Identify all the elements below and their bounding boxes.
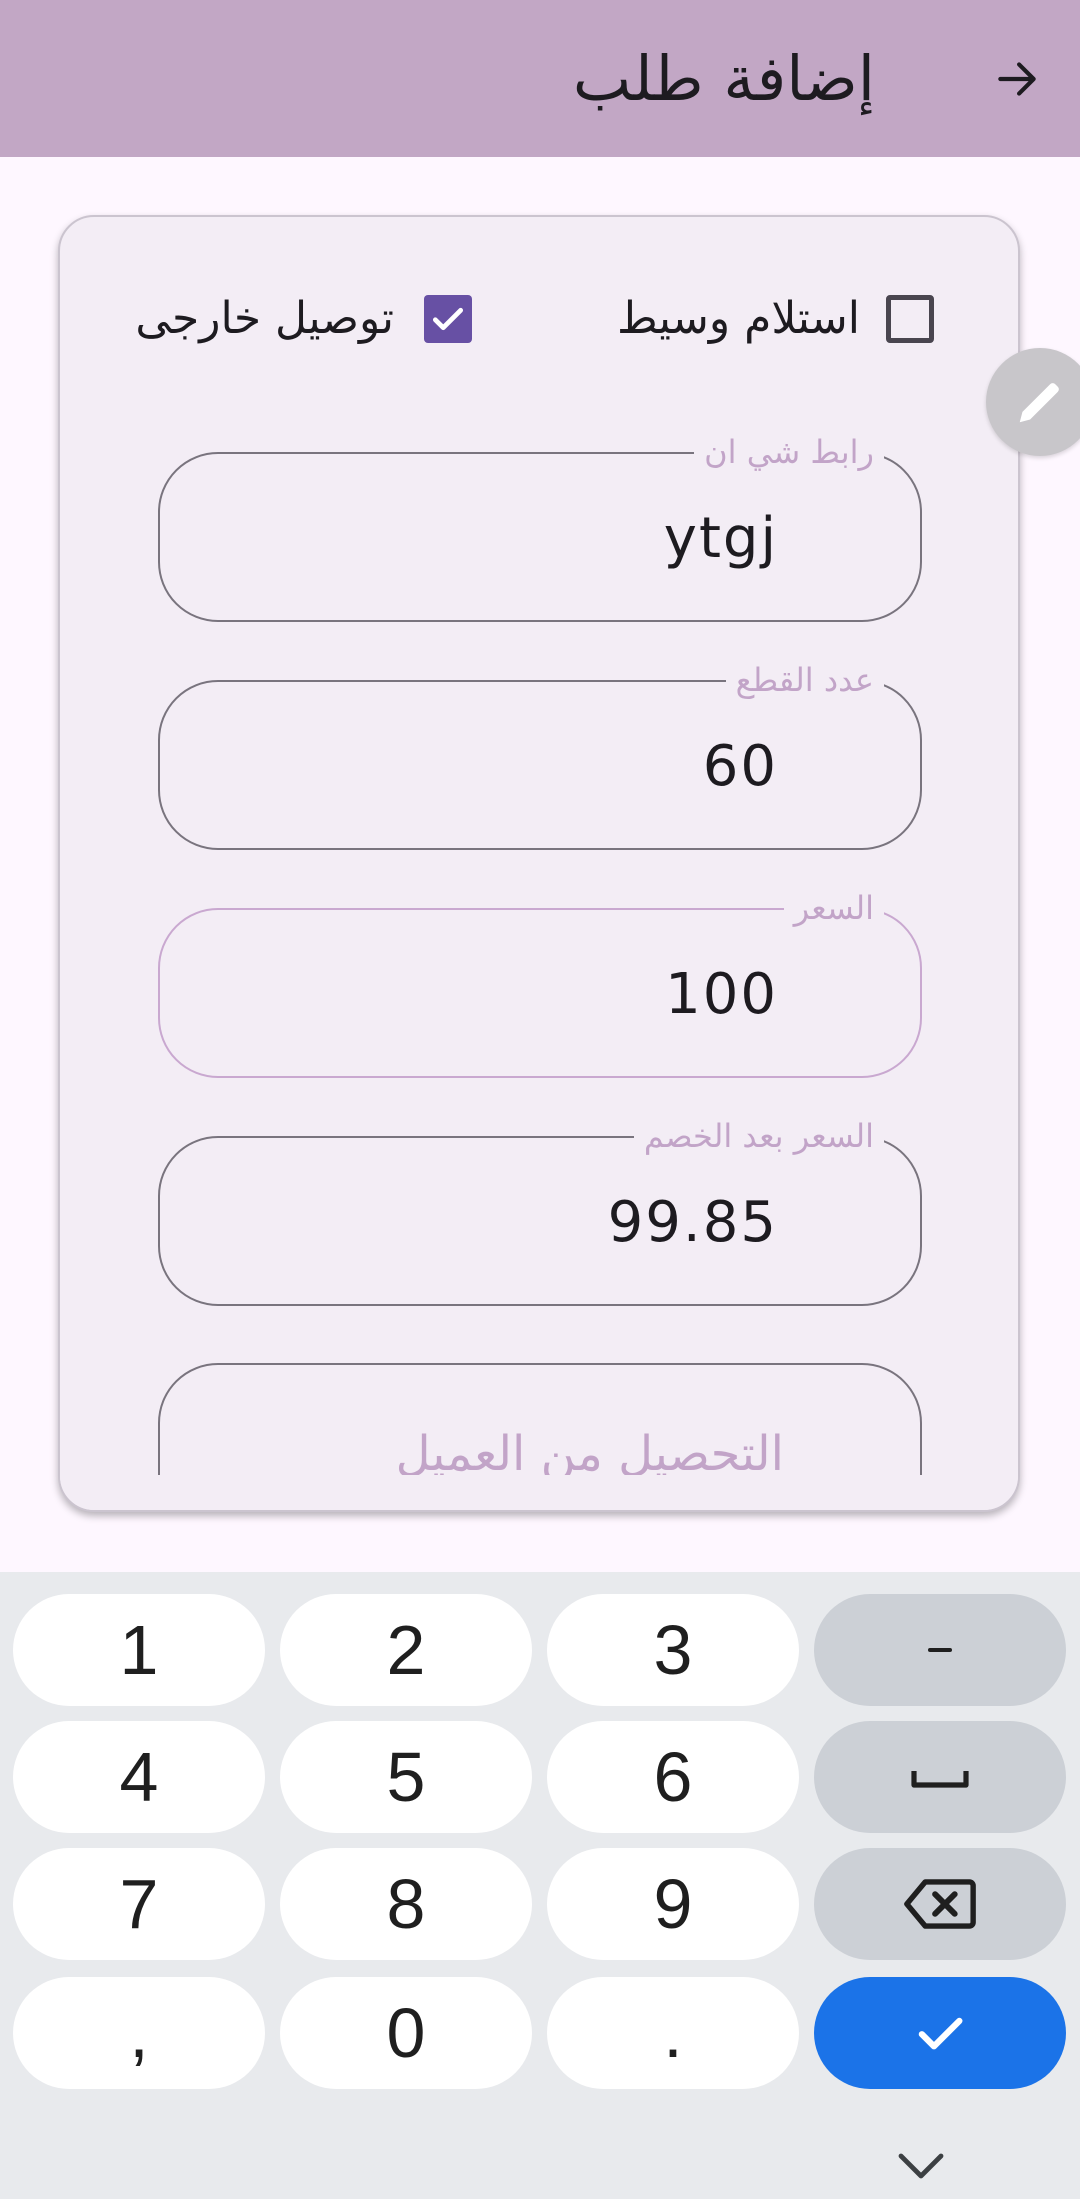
chevron-down-icon[interactable] — [895, 2148, 947, 2184]
check-icon — [432, 307, 464, 331]
price-value: 100 — [665, 962, 778, 1027]
external-delivery-label: توصيل خارجى — [135, 293, 394, 344]
backspace-icon — [904, 1879, 976, 1929]
price-field[interactable]: السعر 100 — [158, 886, 922, 1078]
pencil-icon — [1019, 383, 1059, 423]
receive-via-agent-checkbox[interactable] — [886, 295, 934, 343]
external-delivery-checkbox[interactable] — [424, 295, 472, 343]
shein-link-field[interactable]: رابط شي ان ytgj — [158, 430, 922, 622]
shein-link-value: ytgj — [663, 506, 778, 571]
pieces-count-label: عدد القطع — [725, 658, 884, 702]
key-6[interactable]: 6 — [547, 1721, 799, 1833]
app-bar: إضافة طلب — [0, 0, 1080, 157]
key-3[interactable]: 3 — [547, 1594, 799, 1706]
key-2[interactable]: 2 — [280, 1594, 532, 1706]
receive-via-agent-label: استلام وسيط — [616, 293, 860, 344]
key-1[interactable]: 1 — [13, 1594, 265, 1706]
key-5[interactable]: 5 — [280, 1721, 532, 1833]
key-minus[interactable] — [814, 1594, 1066, 1706]
key-comma[interactable]: , — [13, 1977, 265, 2089]
price-after-discount-field[interactable]: السعر بعد الخصم 99.85 — [158, 1114, 922, 1306]
check-icon — [918, 2017, 963, 2050]
price-after-discount-label: السعر بعد الخصم — [633, 1114, 884, 1158]
minus-icon — [928, 1648, 952, 1652]
arrow-right-icon — [998, 62, 1036, 96]
card-bottom-padding — [60, 1475, 1018, 1510]
key-space[interactable] — [814, 1721, 1066, 1833]
key-7[interactable]: 7 — [13, 1848, 265, 1960]
price-after-discount-value: 99.85 — [607, 1190, 778, 1255]
numeric-keyboard: 1 2 3 4 5 6 7 8 9 , 0 . — [0, 1572, 1080, 2199]
pieces-count-field[interactable]: عدد القطع 60 — [158, 658, 922, 850]
back-button[interactable] — [982, 44, 1052, 114]
checkbox-row: استلام وسيط توصيل خارجى — [60, 279, 1018, 359]
pieces-count-value: 60 — [702, 734, 778, 799]
key-period[interactable]: . — [547, 1977, 799, 2089]
done-key[interactable] — [814, 1977, 1066, 2089]
price-label: السعر — [783, 886, 884, 930]
key-4[interactable]: 4 — [13, 1721, 265, 1833]
key-9[interactable]: 9 — [547, 1848, 799, 1960]
key-0[interactable]: 0 — [280, 1977, 532, 2089]
key-backspace[interactable] — [814, 1848, 1066, 1960]
key-8[interactable]: 8 — [280, 1848, 532, 1960]
space-icon — [911, 1771, 969, 1788]
order-form-card: استلام وسيط توصيل خارجى رابط شي ان ytgj … — [58, 215, 1020, 1512]
page-title: إضافة طلب — [572, 42, 875, 115]
shein-link-label: رابط شي ان — [694, 430, 884, 474]
